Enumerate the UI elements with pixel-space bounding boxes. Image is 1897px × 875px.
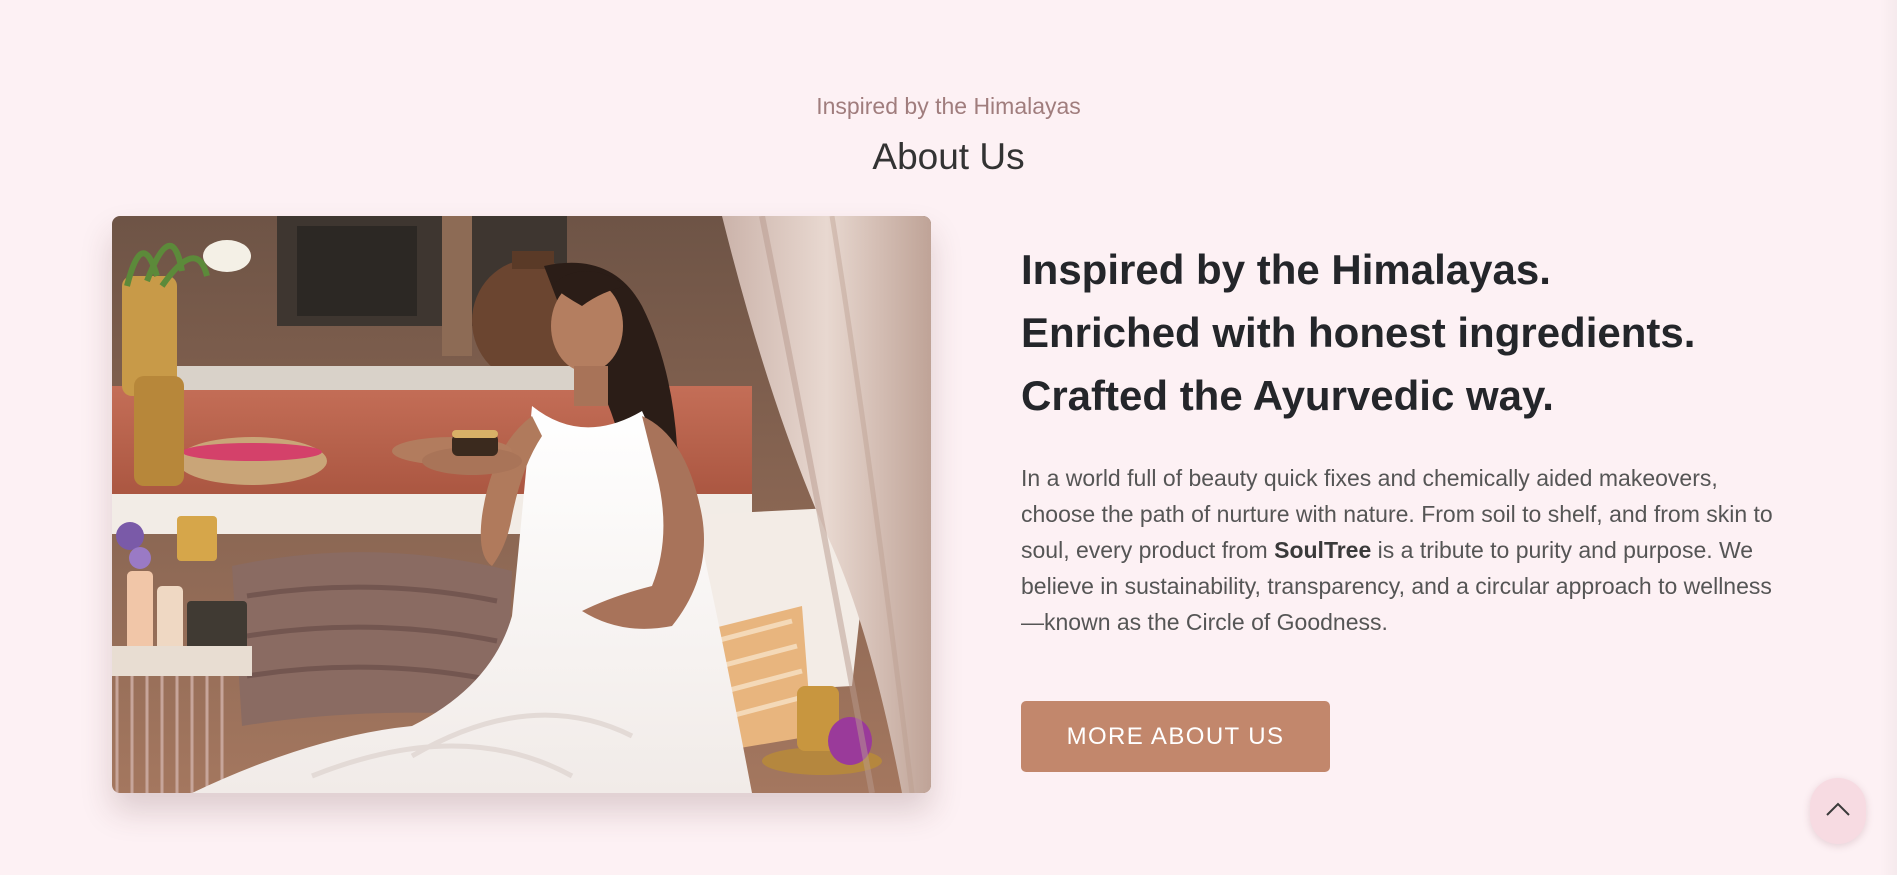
chevron-up-icon: [1825, 801, 1851, 822]
back-to-top-button[interactable]: [1810, 778, 1866, 844]
page-edge-shadow: [1880, 0, 1897, 875]
section-kicker: Inspired by the Himalayas: [816, 93, 1081, 119]
about-body-text: In a world full of beauty quick fixes an…: [1021, 460, 1791, 640]
headline-line-1: Inspired by the Himalayas.: [1021, 246, 1551, 293]
about-us-photo: [112, 216, 931, 793]
section-title: About Us: [872, 136, 1025, 177]
brand-name: SoulTree: [1274, 537, 1372, 563]
about-headline: Inspired by the Himalayas. Enriched with…: [1021, 238, 1781, 427]
more-about-us-button[interactable]: MORE ABOUT US: [1021, 701, 1330, 772]
headline-line-3: Crafted the Ayurvedic way.: [1021, 372, 1554, 419]
headline-line-2: Enriched with honest ingredients.: [1021, 309, 1696, 356]
